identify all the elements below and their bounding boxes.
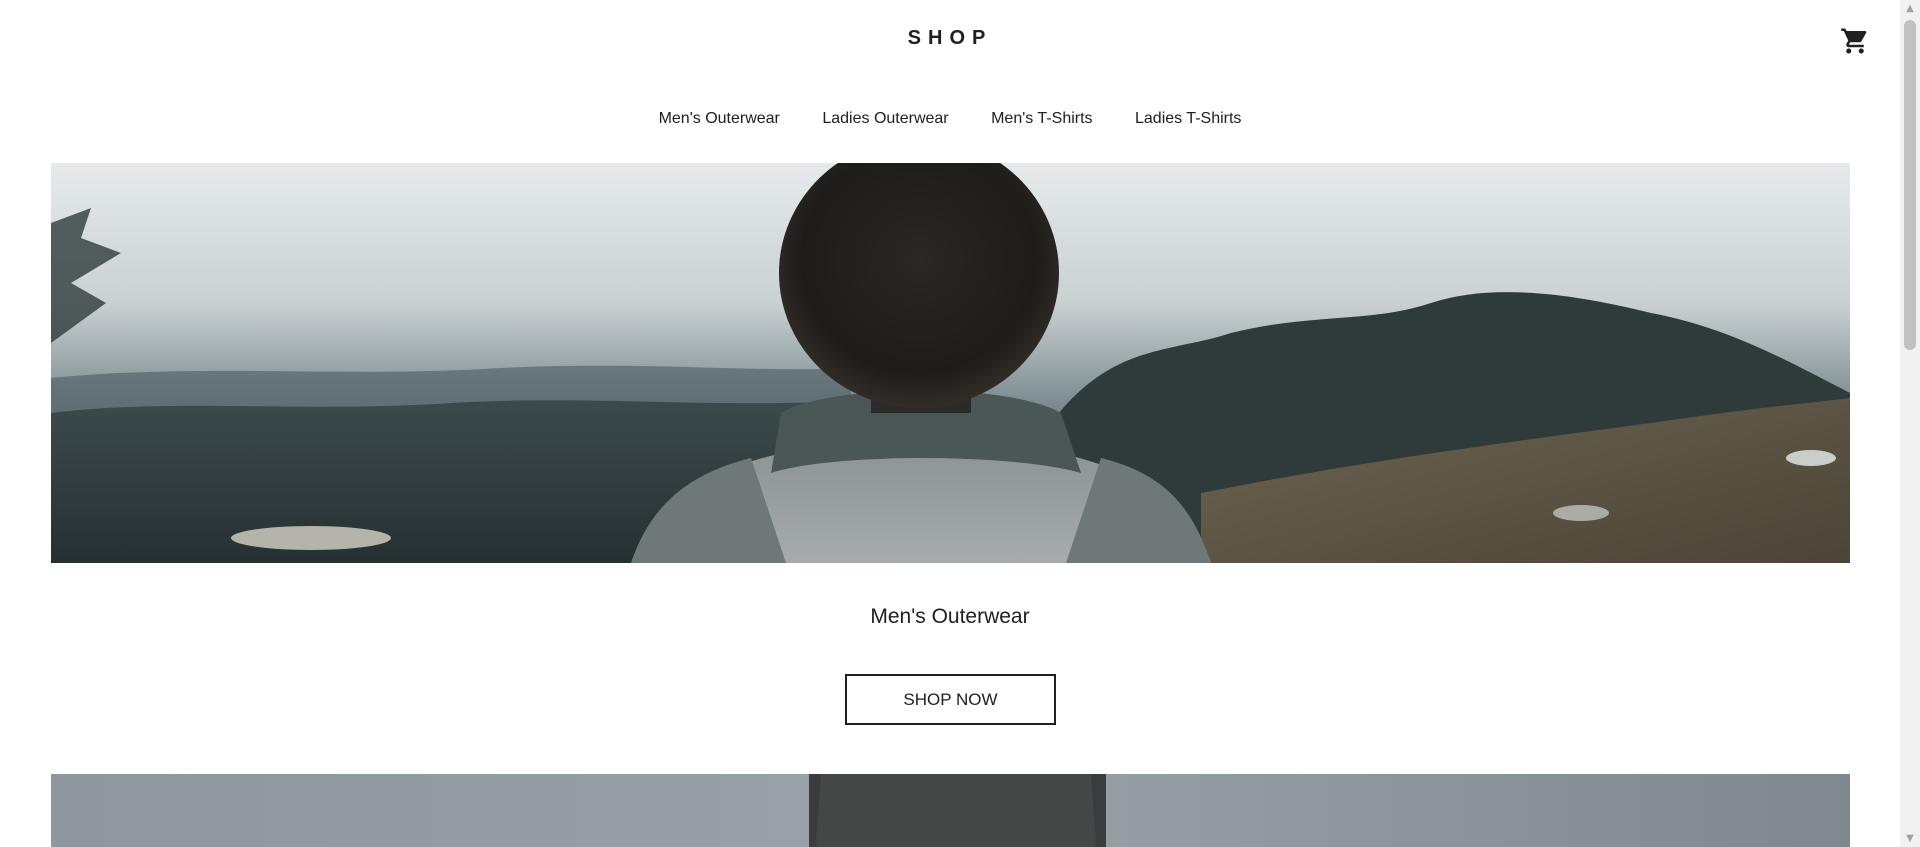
hero-image-mens-outerwear[interactable] <box>51 163 1850 563</box>
arrow-up-icon[interactable]: ▲ <box>1900 0 1920 17</box>
shopping-cart-icon[interactable] <box>1840 26 1870 56</box>
page: SHOP Men's Outerwear Ladies Outerwear Me… <box>0 0 1920 847</box>
hero-photo-next <box>51 774 1850 847</box>
hero-image-next-category[interactable] <box>51 774 1850 847</box>
logo[interactable]: SHOP <box>0 27 1900 50</box>
shop-now-button[interactable]: SHOP NOW <box>845 674 1056 725</box>
nav-item-mens-tshirts[interactable]: Men's T-Shirts <box>991 110 1092 128</box>
nav-item-ladies-tshirts[interactable]: Ladies T-Shirts <box>1135 110 1241 128</box>
header: SHOP <box>0 0 1900 80</box>
category-nav: Men's Outerwear Ladies Outerwear Men's T… <box>0 110 1900 128</box>
category-title: Men's Outerwear <box>870 605 1030 628</box>
scrollbar-thumb[interactable] <box>1904 20 1916 350</box>
nav-item-mens-outerwear[interactable]: Men's Outerwear <box>659 110 780 128</box>
vertical-scrollbar[interactable]: ▲ ▼ <box>1900 0 1920 847</box>
arrow-down-icon[interactable]: ▼ <box>1900 830 1920 847</box>
hero-photo <box>51 163 1850 563</box>
nav-item-ladies-outerwear[interactable]: Ladies Outerwear <box>822 110 948 128</box>
